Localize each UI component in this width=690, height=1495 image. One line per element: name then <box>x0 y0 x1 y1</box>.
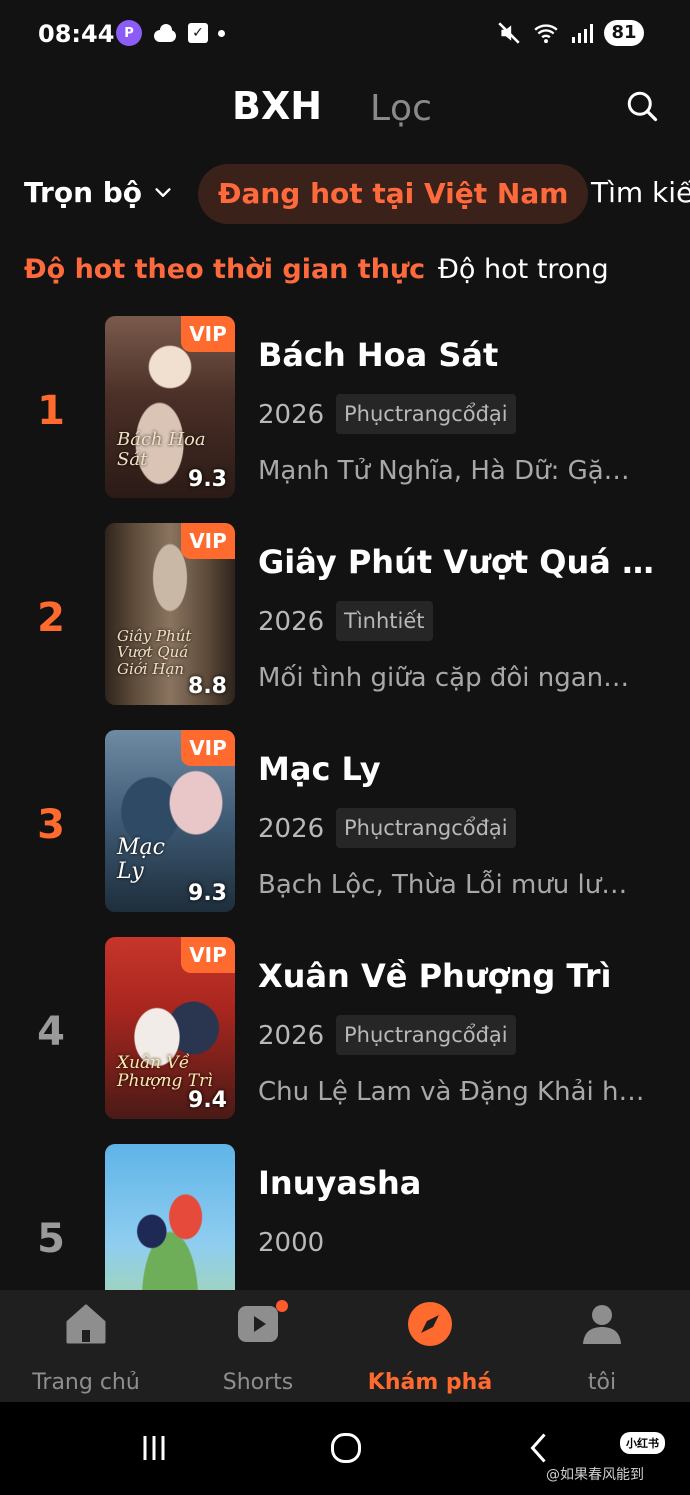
battery-level: 81 <box>604 20 644 46</box>
vip-badge: VIP <box>181 730 235 766</box>
drama-description: Bạch Lộc, Thừa Lỗi mưu lư… <box>258 870 628 900</box>
nav-home[interactable]: Trang chủ <box>0 1290 172 1402</box>
chevron-down-icon <box>155 187 171 197</box>
notification-dot <box>276 1300 288 1312</box>
bottom-navigation: Trang chủ Shorts Khám phá tôi <box>0 1290 690 1402</box>
mute-icon <box>498 22 520 44</box>
list-item[interactable]: 4 VIP Xuân Về Phượng Trì 9.4 Xuân Về Phư… <box>0 935 690 1125</box>
user-icon <box>583 1305 621 1344</box>
release-year: 2026 <box>258 1021 325 1051</box>
cloud-icon <box>152 24 178 42</box>
ranking-list: 1 VIP Bách Hoa Sát 9.3 Bách Hoa Sát 2026… <box>0 314 690 1290</box>
poster-title-art: Giây Phút Vượt Quá Giới Hạn <box>117 626 192 678</box>
notification-icons: P ✓ <box>116 20 225 46</box>
chip-hot-vietnam[interactable]: Đang hot tại Việt Nam <box>198 164 589 224</box>
drama-title[interactable]: Inuyasha <box>258 1164 658 1202</box>
tab-bxh[interactable]: BXH <box>232 84 322 128</box>
watermark-badge: 小红书 <box>620 1432 665 1454</box>
rank-number: 3 <box>37 802 65 848</box>
nav-explore[interactable]: Khám phá <box>344 1290 516 1402</box>
vip-badge: VIP <box>181 523 235 559</box>
home-button[interactable] <box>316 1422 376 1474</box>
nav-shorts-label: Shorts <box>222 1370 294 1395</box>
nav-explore-label: Khám phá <box>367 1370 493 1395</box>
app-notification-icon: P <box>116 20 142 46</box>
list-item[interactable]: 5 Inuyasha 2000 <box>0 1142 690 1290</box>
drama-title[interactable]: Mạc Ly <box>258 750 658 788</box>
compass-icon <box>408 1302 452 1346</box>
poster-title-art: Bách Hoa Sát <box>117 429 206 471</box>
checkbox-icon: ✓ <box>188 23 208 43</box>
list-item[interactable]: 1 VIP Bách Hoa Sát 9.3 Bách Hoa Sát 2026… <box>0 314 690 504</box>
vip-badge: VIP <box>181 937 235 973</box>
nav-shorts[interactable]: Shorts <box>172 1290 344 1402</box>
recent-apps-button[interactable] <box>124 1422 184 1474</box>
more-notifications-dot-icon <box>218 29 225 37</box>
release-year: 2026 <box>258 814 325 844</box>
vip-badge: VIP <box>181 316 235 352</box>
release-year: 2026 <box>258 607 325 637</box>
home-icon <box>66 1304 106 1344</box>
nav-profile-label: tôi <box>587 1370 617 1395</box>
rating-score: 9.3 <box>188 881 227 906</box>
nav-profile[interactable]: tôi <box>516 1290 688 1402</box>
system-icons: 81 <box>496 20 644 46</box>
list-item[interactable]: 2 VIP Giây Phút Vượt Quá Giới Hạn 8.8 Gi… <box>0 521 690 711</box>
watermark-text: @如果春风能到 <box>546 1467 644 1483</box>
search-icon <box>627 91 658 122</box>
recent-apps-icon <box>143 1436 165 1460</box>
subtab-hot-period[interactable]: Độ hot trong <box>438 254 609 285</box>
nav-home-label: Trang chủ <box>32 1370 140 1395</box>
scope-label: Trọn bộ <box>24 176 143 209</box>
drama-title[interactable]: Xuân Về Phượng Trì <box>258 957 658 995</box>
poster-thumbnail[interactable]: VIP Giây Phút Vượt Quá Giới Hạn 8.8 <box>105 523 235 705</box>
drama-title[interactable]: Bách Hoa Sát <box>258 336 658 374</box>
poster-thumbnail[interactable]: VIP Mạc Ly 9.3 <box>105 730 235 912</box>
rank-number: 5 <box>37 1216 65 1262</box>
poster-thumbnail[interactable]: VIP Bách Hoa Sát 9.3 <box>105 316 235 498</box>
back-icon <box>530 1433 546 1463</box>
rating-score: 9.4 <box>188 1088 227 1113</box>
filter-row: Trọn bộ Đang hot tại Việt Nam Tìm kiế <box>0 162 690 228</box>
rank-number: 2 <box>37 595 65 641</box>
rank-number: 4 <box>37 1009 65 1055</box>
list-item[interactable]: 3 VIP Mạc Ly 9.3 Mạc Ly 2026 Phụctrangcổ… <box>0 728 690 918</box>
search-button[interactable] <box>624 88 660 124</box>
drama-title[interactable]: Giây Phút Vượt Quá … <box>258 543 658 581</box>
genre-tag: Phụctrangcổđại <box>336 808 516 848</box>
signal-icon <box>572 24 593 43</box>
drama-description: Mạnh Tử Nghĩa, Hà Dữ: Gặ… <box>258 456 630 486</box>
poster-thumbnail[interactable] <box>105 1144 235 1290</box>
poster-title-art: Xuân Về Phượng Trì <box>117 1052 213 1092</box>
scope-dropdown[interactable]: Trọn bộ <box>24 176 174 209</box>
rating-score: 8.8 <box>188 674 227 699</box>
drama-description: Mối tình giữa cặp đôi ngan… <box>258 663 630 693</box>
system-navigation: 小红书 @如果春风能到 <box>0 1402 690 1495</box>
tab-loc[interactable]: Lọc <box>370 88 432 129</box>
genre-tag: Tìnhtiết <box>336 601 433 641</box>
genre-tag: Phụctrangcổđại <box>336 394 516 434</box>
status-bar: 08:44 P ✓ 81 <box>0 0 690 72</box>
home-circle-icon <box>331 1433 361 1463</box>
genre-tag: Phụctrangcổđại <box>336 1015 516 1055</box>
poster-thumbnail[interactable]: VIP Xuân Về Phượng Trì 9.4 <box>105 937 235 1119</box>
rating-score: 9.3 <box>188 467 227 492</box>
release-year: 2000 <box>258 1228 325 1258</box>
poster-title-art: Mạc Ly <box>117 834 165 884</box>
play-icon-wrapper <box>234 1300 288 1348</box>
play-icon <box>238 1306 278 1342</box>
wifi-icon <box>534 24 558 44</box>
chip-search-trend[interactable]: Tìm kiế <box>591 176 690 209</box>
subtab-realtime-hot[interactable]: Độ hot theo thời gian thực <box>24 254 425 285</box>
release-year: 2026 <box>258 400 325 430</box>
rank-number: 1 <box>37 388 65 434</box>
status-time: 08:44 <box>38 20 115 48</box>
drama-description: Chu Lệ Lam và Đặng Khải h… <box>258 1077 645 1107</box>
